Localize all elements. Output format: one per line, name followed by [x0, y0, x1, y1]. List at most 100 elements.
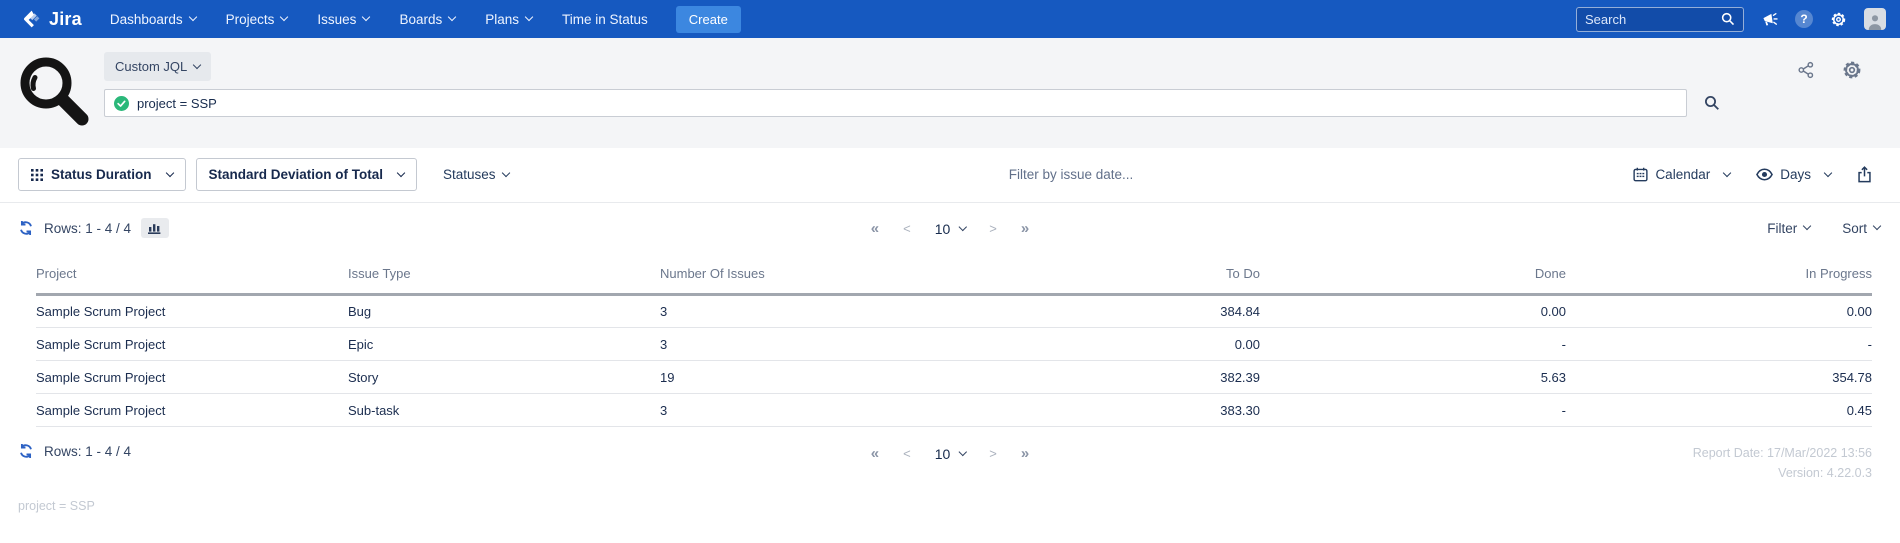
refresh-icon[interactable]	[18, 443, 34, 459]
table-cell: Sample Scrum Project	[36, 294, 348, 328]
table-cell: 3	[660, 294, 955, 328]
chevron-down-icon	[165, 168, 174, 177]
grid-icon	[31, 168, 43, 181]
table-cell: -	[1260, 327, 1566, 361]
calendar-dropdown[interactable]: Calendar	[1633, 167, 1732, 182]
pagination-first-button[interactable]: «	[871, 220, 879, 237]
column-header: In Progress	[1566, 258, 1872, 296]
chevron-down-icon	[188, 12, 197, 22]
column-header: Done	[1260, 258, 1566, 296]
report-view-label: Status Duration	[51, 167, 152, 182]
pager: « <10 > »	[871, 220, 1029, 237]
nav-menu: Dashboards Projects Issues Boards Plans Time …	[110, 12, 648, 27]
chevron-down-icon	[193, 60, 202, 69]
rows-count-label: Rows: 1 - 4 / 4	[44, 443, 132, 459]
table-cell: 0.00	[1566, 294, 1872, 328]
sort-dropdown[interactable]: Sort	[1842, 221, 1882, 236]
brand-name: Jira	[49, 8, 82, 29]
chevron-down-icon	[396, 168, 406, 177]
calendar-label: Calendar	[1655, 167, 1711, 182]
jira-mark-icon	[22, 9, 42, 29]
nav-item-plans[interactable]: Plans	[485, 12, 534, 27]
query-mode-label: Custom JQL	[115, 59, 188, 74]
results-footer-bar: Rows: 1 - 4 / 4 « <10 > » Report Date: 17/M…	[0, 427, 1900, 483]
nav-search[interactable]	[1576, 6, 1744, 32]
table-body: Sample Scrum Project Bug 3 384.84 0.00 0.00 Sa…	[36, 294, 1872, 427]
query-mode-button[interactable]: Custom JQL	[104, 52, 212, 81]
table-cell: Epic	[348, 327, 660, 361]
column-header: Number Of Issues	[660, 258, 955, 296]
table-cell: -	[1260, 393, 1566, 427]
user-avatar[interactable]	[1864, 8, 1886, 30]
issue-date-filter-input[interactable]: Filter by issue date...	[509, 167, 1634, 182]
column-header: Issue Type	[348, 258, 660, 296]
settings-gear-icon[interactable]	[1830, 11, 1847, 28]
pagination-next-button[interactable]: >	[989, 446, 997, 461]
filter-dropdown[interactable]: Filter	[1767, 221, 1812, 236]
table-cell: 0.00	[955, 327, 1260, 361]
help-icon[interactable]: ?	[1795, 10, 1813, 28]
table-cell: Sample Scrum Project	[36, 327, 348, 361]
chart-view-button[interactable]	[141, 218, 170, 238]
pagination-prev-button[interactable]: <	[903, 221, 911, 236]
nav-item-issues[interactable]: Issues	[317, 12, 371, 27]
app-magnifier-logo-icon	[16, 54, 92, 130]
table-cell: 382.39	[955, 360, 1260, 394]
rows-count-label: Rows: 1 - 4 / 4	[44, 220, 132, 236]
status-duration-table: Project Issue Type Number Of Issues To Do Do…	[36, 258, 1872, 427]
table-cell: 19	[660, 360, 955, 394]
nav-item-dashboards[interactable]: Dashboards	[110, 12, 197, 27]
table-row: Sample Scrum Project Sub-task 3 383.30-0.45	[36, 393, 1872, 427]
metric-select-button[interactable]: Standard Deviation of Total	[195, 158, 418, 191]
search-icon	[1721, 12, 1735, 26]
report-settings-gear-icon[interactable]	[1842, 60, 1862, 80]
calendar-icon	[1633, 167, 1649, 182]
page-size-select[interactable]: 10	[935, 446, 967, 462]
pagination-last-button[interactable]: »	[1021, 220, 1029, 237]
create-button[interactable]: Create	[675, 5, 741, 33]
table-cell: -	[1566, 327, 1872, 361]
chevron-down-icon	[1823, 168, 1833, 177]
jql-input[interactable]: project = SSP	[104, 89, 1687, 117]
report-view-button[interactable]: Status Duration	[18, 158, 186, 191]
statuses-dropdown[interactable]: Statuses	[443, 167, 510, 182]
nav-item-boards[interactable]: Boards	[399, 12, 457, 27]
jql-valid-check-icon	[114, 95, 129, 111]
chevron-down-icon	[958, 222, 967, 231]
chevron-down-icon	[524, 12, 534, 22]
chevron-down-icon	[1722, 168, 1732, 177]
table-cell: 3	[660, 327, 955, 361]
run-query-search-icon[interactable]	[1704, 95, 1720, 111]
table-row: Sample Scrum Project Epic 3 0.00- -	[36, 327, 1872, 361]
report-date-label: Report Date: 17/Mar/2022 13:56	[1692, 446, 1872, 460]
time-unit-label: Days	[1780, 167, 1811, 182]
share-icon[interactable]	[1797, 60, 1815, 80]
jira-logo[interactable]: Jira	[22, 9, 82, 30]
announcements-icon[interactable]	[1761, 12, 1778, 27]
pagination-first-button[interactable]: «	[871, 445, 879, 462]
jql-query-text: project = SSP	[137, 95, 217, 111]
chevron-down-icon	[362, 12, 371, 22]
eye-icon	[1756, 168, 1774, 181]
chevron-down-icon	[1802, 221, 1812, 231]
table-cell: 354.78	[1566, 360, 1872, 394]
table-cell: 383.30	[955, 393, 1260, 427]
nav-item-projects[interactable]: Projects	[226, 12, 289, 27]
pagination-next-button[interactable]: >	[989, 221, 997, 236]
page-size-select[interactable]: 10	[935, 221, 967, 237]
statuses-label: Statuses	[443, 167, 496, 182]
search-input[interactable]	[1585, 11, 1721, 27]
column-header: To Do	[955, 258, 1260, 296]
table-cell: 0.00	[1260, 294, 1566, 328]
table-cell: Sample Scrum Project	[36, 393, 348, 427]
refresh-icon[interactable]	[18, 220, 34, 236]
export-icon[interactable]	[1857, 166, 1872, 183]
table-cell: Sub-task	[348, 393, 660, 427]
pagination-last-button[interactable]: »	[1021, 445, 1029, 462]
pagination-prev-button[interactable]: <	[903, 446, 911, 461]
table-row: Sample Scrum Project Bug 3 384.84 0.00 0.00	[36, 294, 1872, 328]
time-unit-dropdown[interactable]: Days	[1756, 167, 1833, 182]
jql-echo-label: project = SSP	[18, 499, 95, 513]
nav-item-time-in-status[interactable]: Time in Status	[562, 12, 648, 27]
chevron-down-icon	[280, 12, 289, 22]
